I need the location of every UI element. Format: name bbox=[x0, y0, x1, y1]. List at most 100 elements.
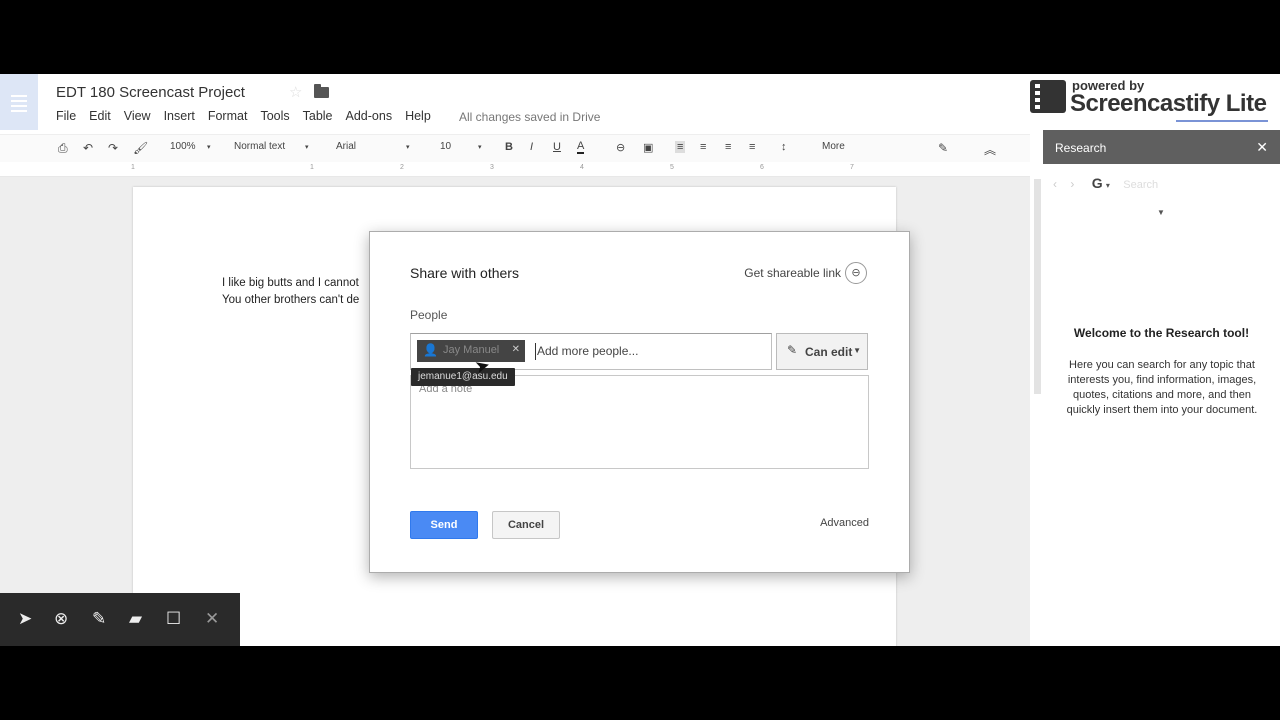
chevron-down-icon: ▼ bbox=[853, 346, 861, 355]
research-welcome: Welcome to the Research tool! bbox=[1073, 326, 1250, 340]
font-size-select[interactable]: 10 bbox=[440, 141, 451, 152]
search-type-dropdown-icon[interactable]: ▾ bbox=[1106, 181, 1110, 190]
person-chip[interactable]: 👤 Jay Manuel ✕ bbox=[417, 340, 525, 362]
highlighter-icon[interactable]: ▰ bbox=[129, 609, 142, 629]
italic-button[interactable]: I bbox=[530, 141, 533, 153]
add-people-input[interactable]: Add more people... bbox=[537, 344, 638, 358]
person-icon: 👤 bbox=[423, 343, 438, 357]
editing-mode-icon[interactable]: ✎ bbox=[938, 141, 948, 155]
ruler-mark: 3 bbox=[490, 164, 494, 171]
research-header: Research ✕ bbox=[1043, 130, 1280, 164]
line-spacing-icon[interactable]: ↕ bbox=[781, 141, 787, 153]
people-label: People bbox=[410, 308, 448, 322]
star-icon[interactable]: ☆ bbox=[289, 83, 302, 101]
permission-dropdown[interactable]: ✎ Can edit ▼ bbox=[776, 333, 868, 370]
zoom-dropdown-icon[interactable]: ▾ bbox=[207, 143, 211, 151]
film-icon bbox=[1030, 80, 1066, 113]
menu-edit[interactable]: Edit bbox=[89, 109, 111, 123]
collapse-icon[interactable]: ︽ bbox=[984, 141, 996, 158]
align-left-icon[interactable]: ≡ bbox=[675, 141, 686, 153]
clear-icon[interactable]: ✕ bbox=[205, 609, 219, 629]
back-icon[interactable]: ‹ bbox=[1053, 177, 1057, 191]
document-line: I like big butts and I cannot bbox=[222, 277, 359, 289]
paint-format-icon[interactable]: 🖌 bbox=[133, 141, 148, 155]
menu-insert[interactable]: Insert bbox=[164, 109, 195, 123]
font-dropdown-icon[interactable]: ▾ bbox=[406, 143, 410, 151]
research-panel: Research ✕ ‹ › G ▾ Search ▼ Welcome to t… bbox=[1043, 130, 1280, 646]
people-input-field[interactable]: 👤 Jay Manuel ✕ Add more people... bbox=[410, 333, 772, 370]
ruler[interactable]: 1 1 2 3 4 5 6 7 bbox=[0, 162, 1030, 177]
font-select[interactable]: Arial bbox=[336, 141, 356, 152]
ruler-mark: 6 bbox=[760, 164, 764, 171]
menu-help[interactable]: Help bbox=[405, 109, 431, 123]
note-textarea[interactable]: Add a note bbox=[410, 375, 869, 469]
text-color-button[interactable]: A bbox=[577, 141, 585, 154]
toolbar: ⎙ ↶ ↷ 🖌 100% ▾ Normal text ▾ Arial ▾ 10 … bbox=[0, 134, 1030, 163]
menu-file[interactable]: File bbox=[56, 109, 76, 123]
underline-button[interactable]: U bbox=[553, 141, 561, 153]
comment-icon[interactable]: ▣ bbox=[643, 141, 653, 154]
folder-icon[interactable] bbox=[314, 84, 329, 98]
bold-button[interactable]: B bbox=[505, 141, 513, 153]
share-dialog: Share with others Get shareable link ⊖ P… bbox=[369, 231, 910, 573]
pointer-icon[interactable]: ➤ bbox=[18, 609, 32, 629]
menu-addons[interactable]: Add-ons bbox=[346, 109, 393, 123]
menu-table[interactable]: Table bbox=[303, 109, 333, 123]
forward-icon[interactable]: › bbox=[1070, 177, 1074, 191]
ruler-mark: 4 bbox=[580, 164, 584, 171]
ruler-mark: 5 bbox=[670, 164, 674, 171]
research-search-input[interactable]: Search bbox=[1123, 179, 1158, 191]
zoom-select[interactable]: 100% bbox=[170, 141, 196, 152]
advanced-link[interactable]: Advanced bbox=[820, 517, 869, 529]
close-icon[interactable]: ✕ bbox=[1256, 139, 1268, 156]
document-line: You other brothers can't de bbox=[222, 294, 360, 306]
style-dropdown-icon[interactable]: ▾ bbox=[305, 143, 309, 151]
permission-label: Can edit bbox=[805, 345, 853, 359]
style-select[interactable]: Normal text bbox=[234, 141, 285, 152]
logo-underline bbox=[1176, 120, 1268, 122]
ruler-mark: 2 bbox=[400, 164, 404, 171]
research-scrollbar[interactable] bbox=[1034, 179, 1041, 394]
more-button[interactable]: More bbox=[822, 141, 845, 152]
menu-bar: File Edit View Insert Format Tools Table… bbox=[56, 109, 444, 123]
email-tooltip: jemanue1@asu.edu bbox=[411, 368, 515, 386]
google-icon[interactable]: G bbox=[1092, 175, 1103, 191]
dialog-title: Share with others bbox=[410, 265, 519, 281]
ruler-mark: 1 bbox=[310, 164, 314, 171]
send-button[interactable]: Send bbox=[410, 511, 478, 539]
person-chip-name: Jay Manuel bbox=[443, 344, 500, 356]
menu-format[interactable]: Format bbox=[208, 109, 248, 123]
cancel-button[interactable]: Cancel bbox=[492, 511, 560, 539]
rectangle-icon[interactable]: ☐ bbox=[166, 609, 181, 629]
research-description: Here you can search for any topic that i… bbox=[1066, 359, 1258, 416]
justify-icon[interactable]: ≡ bbox=[749, 141, 755, 153]
document-body[interactable]: I like big butts and I cannot You other … bbox=[222, 275, 359, 309]
text-caret bbox=[535, 343, 536, 360]
chevron-down-icon[interactable]: ▼ bbox=[1157, 208, 1165, 217]
menu-view[interactable]: View bbox=[124, 109, 151, 123]
pencil-icon: ✎ bbox=[787, 343, 798, 357]
ruler-mark: 7 bbox=[850, 164, 854, 171]
shareable-link-button[interactable]: Get shareable link bbox=[744, 266, 841, 280]
logo-name: Screencastify Lite bbox=[1070, 90, 1267, 117]
document-title[interactable]: EDT 180 Screencast Project bbox=[56, 84, 245, 101]
remove-chip-icon[interactable]: ✕ bbox=[512, 344, 520, 355]
align-center-icon[interactable]: ≡ bbox=[700, 141, 706, 153]
link-icon[interactable]: ⊖ bbox=[845, 262, 867, 284]
spotlight-icon[interactable]: ⊗ bbox=[54, 609, 68, 629]
pen-icon[interactable]: ✎ bbox=[92, 609, 106, 629]
docs-home-icon[interactable] bbox=[0, 74, 38, 130]
redo-icon[interactable]: ↷ bbox=[108, 141, 118, 155]
research-title: Research bbox=[1055, 141, 1107, 155]
print-icon[interactable]: ⎙ bbox=[58, 141, 68, 156]
undo-icon[interactable]: ↶ bbox=[83, 141, 93, 155]
align-right-icon[interactable]: ≡ bbox=[725, 141, 731, 153]
size-dropdown-icon[interactable]: ▾ bbox=[478, 143, 482, 151]
screencastify-logo: powered by Screencastify Lite bbox=[1030, 78, 1275, 123]
link-icon[interactable]: ⊖ bbox=[616, 141, 625, 154]
ruler-mark: 1 bbox=[131, 164, 135, 171]
annotation-toolbar: ➤ ⊗ ✎ ▰ ☐ ✕ bbox=[0, 593, 240, 646]
research-search-bar: ‹ › G ▾ Search bbox=[1053, 175, 1158, 191]
menu-tools[interactable]: Tools bbox=[260, 109, 289, 123]
save-status[interactable]: All changes saved in Drive bbox=[459, 110, 600, 124]
